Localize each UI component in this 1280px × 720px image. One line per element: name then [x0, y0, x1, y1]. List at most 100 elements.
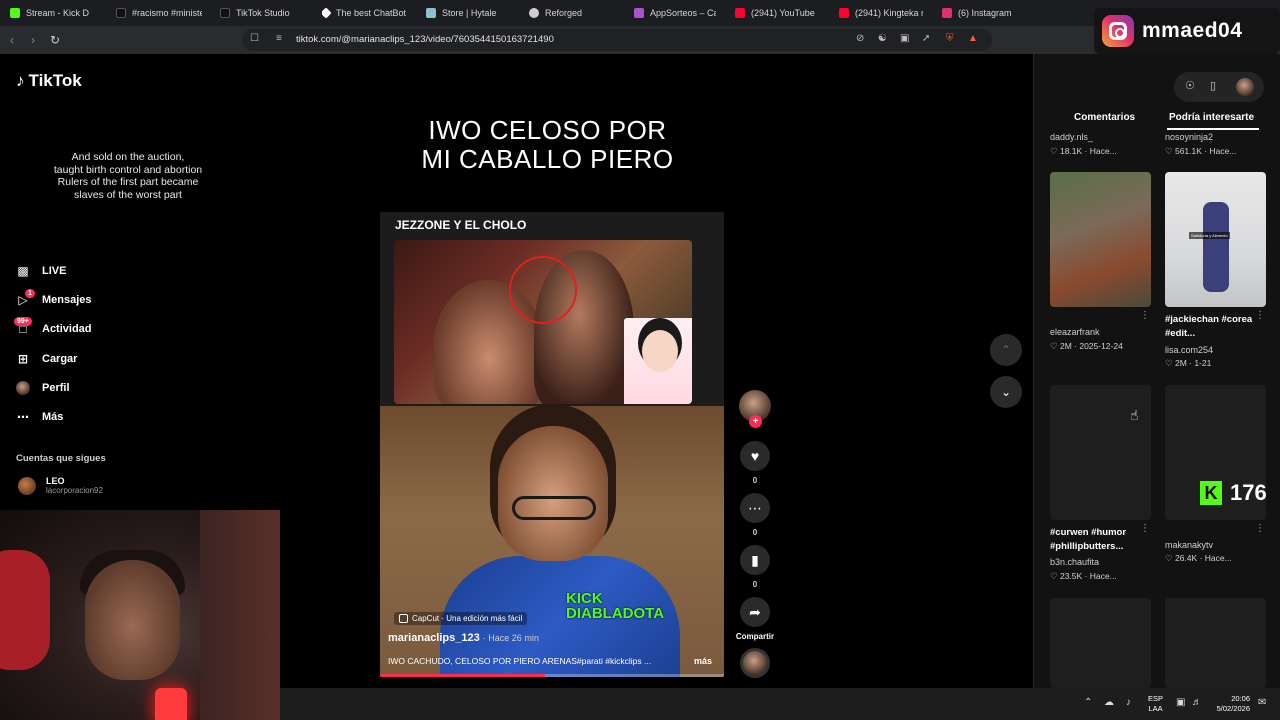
messages-icon: ▷ 1	[16, 289, 35, 307]
video-thumbnail[interactable]	[1050, 172, 1151, 307]
card-more-icon[interactable]: ⋮	[1255, 523, 1265, 534]
back-icon[interactable]: ‹	[10, 33, 14, 47]
video-thumbnail[interactable]	[1050, 598, 1151, 688]
card-stats: ♡ 561.1K · Hace...	[1165, 146, 1237, 156]
tab-podria-interesarte[interactable]: Podría interesarte	[1169, 112, 1254, 123]
volume-icon[interactable]: ♬	[1192, 697, 1202, 708]
card-author[interactable]: eleazarfrank	[1050, 327, 1100, 337]
tiktok-logo[interactable]: ♪ TikTok	[16, 71, 82, 91]
profile-avatar-icon	[16, 381, 30, 395]
sidebar-item-actividad[interactable]: □ 99+ Actividad	[14, 317, 92, 336]
compass-icon[interactable]: ☉	[1185, 79, 1195, 92]
video-progress-bar[interactable]	[380, 674, 724, 677]
card-more-icon[interactable]: ⋮	[1140, 310, 1150, 321]
tab-appsorteos[interactable]: AppSorteos – Cara	[634, 4, 716, 22]
tab-chatbot[interactable]: The best ChatBot ar	[322, 4, 408, 22]
card-more-icon[interactable]: ⋮	[1255, 310, 1265, 321]
hand-cursor-icon: ☝	[1130, 407, 1139, 423]
sidebar-item-mensajes[interactable]: ▷ 1 Mensajes	[16, 289, 92, 307]
share-page-icon[interactable]: ➚	[922, 33, 930, 44]
tab-racismo[interactable]: #racismo #minister	[116, 4, 202, 22]
youtube-icon	[839, 8, 849, 18]
active-tab-indicator	[1167, 128, 1259, 130]
music-disc-avatar[interactable]	[740, 648, 770, 678]
comment-button[interactable]: ⋯ 0	[740, 493, 770, 537]
thumbnail-caption: Sabiduría y Alimento	[1189, 232, 1230, 239]
tab-hytale[interactable]: Store | Hytale	[426, 4, 514, 22]
chatbot-icon	[322, 7, 332, 19]
video-author[interactable]: marianaclips_123 · Hace 26 min	[388, 632, 539, 644]
sidebar-item-cargar[interactable]: ⊞ Cargar	[16, 352, 78, 366]
instagram-logo-icon	[1102, 15, 1134, 47]
video-description: IWO CACHUDO, CELOSO POR PIERO ARENAS#par…	[388, 656, 652, 666]
card-stats: ♡ 26.4K · Hace...	[1165, 553, 1232, 563]
messages-badge: 1	[25, 289, 35, 298]
cloud-icon[interactable]: ☁	[1104, 697, 1114, 708]
more-link[interactable]: más	[694, 656, 712, 666]
card-title[interactable]: #curwen #humor #phillipbutters...	[1050, 526, 1146, 554]
card-author[interactable]: b3n.chaufita	[1050, 557, 1099, 567]
card-author[interactable]: daddy.nls_	[1050, 132, 1093, 142]
clip-label: JEZZONE Y EL CHOLO	[395, 218, 527, 232]
following-item-leo[interactable]: LEO lacorporacion92	[18, 476, 103, 495]
clip-upper-frame	[394, 240, 692, 404]
kick-follower-count: 176	[1230, 480, 1267, 505]
tab-reforged[interactable]: Reforged	[529, 4, 617, 22]
chevron-up-icon[interactable]: ⌃	[1084, 697, 1092, 708]
card-author[interactable]: lisa.com254	[1165, 345, 1213, 355]
like-button[interactable]: ♥ 0	[740, 441, 770, 485]
card-author[interactable]: nosoyninja2	[1165, 132, 1213, 142]
avatar	[18, 476, 36, 495]
save-button[interactable]: ▮ 0	[740, 545, 770, 589]
brave-shield-icon[interactable]: ⛨	[946, 33, 954, 44]
video-thumbnail[interactable]: Sabiduría y Alimento	[1165, 172, 1266, 307]
capcut-badge[interactable]: CapCut · Una edición más fácil	[394, 612, 528, 625]
sidebar-item-mas[interactable]: ⋯ Más	[16, 410, 63, 424]
microphone-icon[interactable]: ♪	[1126, 697, 1131, 708]
cast-icon[interactable]: ▣	[900, 33, 909, 44]
taskbar-clock[interactable]: 20:06 5/02/2026	[1210, 694, 1250, 714]
device-icon[interactable]: ▯	[1210, 79, 1216, 92]
tab-comentarios[interactable]: Comentarios	[1074, 112, 1135, 123]
tab-youtube[interactable]: (2941) YouTube	[735, 4, 823, 22]
video-thumbnail[interactable]	[1165, 598, 1266, 688]
upload-icon: ⊞	[17, 352, 29, 366]
tab-youtube-kingteka[interactable]: (2941) Kingteka rea	[839, 4, 923, 22]
tab-instagram[interactable]: (6) Instagram	[942, 4, 1030, 22]
globe-icon	[529, 8, 539, 18]
share-button[interactable]: ➦ Compartir	[733, 597, 777, 641]
browser-address-bar: ‹ › ↻ ☐ ≡ tiktok.com/@marianaclips_123/v…	[0, 26, 1280, 54]
account-avatar[interactable]	[1236, 78, 1254, 96]
rewards-icon[interactable]: ▲	[968, 33, 978, 44]
instagram-overlay: mmaed04	[1094, 8, 1280, 54]
forward-icon[interactable]: ›	[31, 33, 35, 47]
card-author[interactable]: makanakytv	[1165, 540, 1213, 550]
notification-icon[interactable]: ✉	[1258, 697, 1266, 708]
instagram-handle: mmaed04	[1142, 19, 1243, 42]
site-info-icon[interactable]: ≡	[276, 33, 282, 44]
translate-icon[interactable]: ☯	[878, 33, 887, 44]
card-stats: ♡ 18.1K · Hace...	[1050, 146, 1117, 156]
activity-badge: 99+	[14, 317, 32, 326]
card-title[interactable]: #jackiechan #corea #edit...	[1165, 313, 1261, 341]
video-time: · Hace 26 min	[482, 633, 539, 643]
bookmark-icon[interactable]: ☐	[250, 33, 259, 44]
previous-video-button[interactable]: ⌃	[990, 334, 1022, 366]
url-field[interactable]: ☐ ≡ tiktok.com/@marianaclips_123/video/7…	[242, 29, 992, 51]
lyrics-overlay: And sold on the auction, taught birth co…	[53, 151, 203, 201]
sidebar-item-perfil[interactable]: Perfil	[16, 381, 70, 395]
video-thumbnail[interactable]	[1050, 385, 1151, 520]
sidebar-item-live[interactable]: ▩ LIVE	[16, 264, 66, 278]
no-translate-icon[interactable]: ⊘	[856, 33, 864, 44]
reload-icon[interactable]: ↻	[50, 33, 60, 47]
youtube-icon	[735, 8, 745, 18]
language-indicator[interactable]: ESP LAA	[1148, 694, 1163, 714]
browser-tab-bar: Stream - Kick D #racismo #minister TikTo…	[0, 0, 1280, 26]
video-player[interactable]: JEZZONE Y EL CHOLO KICK DIABLADOTA CapCu…	[380, 212, 724, 677]
card-more-icon[interactable]: ⋮	[1140, 523, 1150, 534]
tab-tiktok-studio[interactable]: TikTok Studio	[220, 4, 308, 22]
tab-kick[interactable]: Stream - Kick D	[10, 4, 98, 22]
network-icon[interactable]: ▣	[1176, 697, 1185, 708]
follow-plus-icon[interactable]: +	[749, 415, 762, 428]
next-video-button[interactable]: ⌄	[990, 376, 1022, 408]
